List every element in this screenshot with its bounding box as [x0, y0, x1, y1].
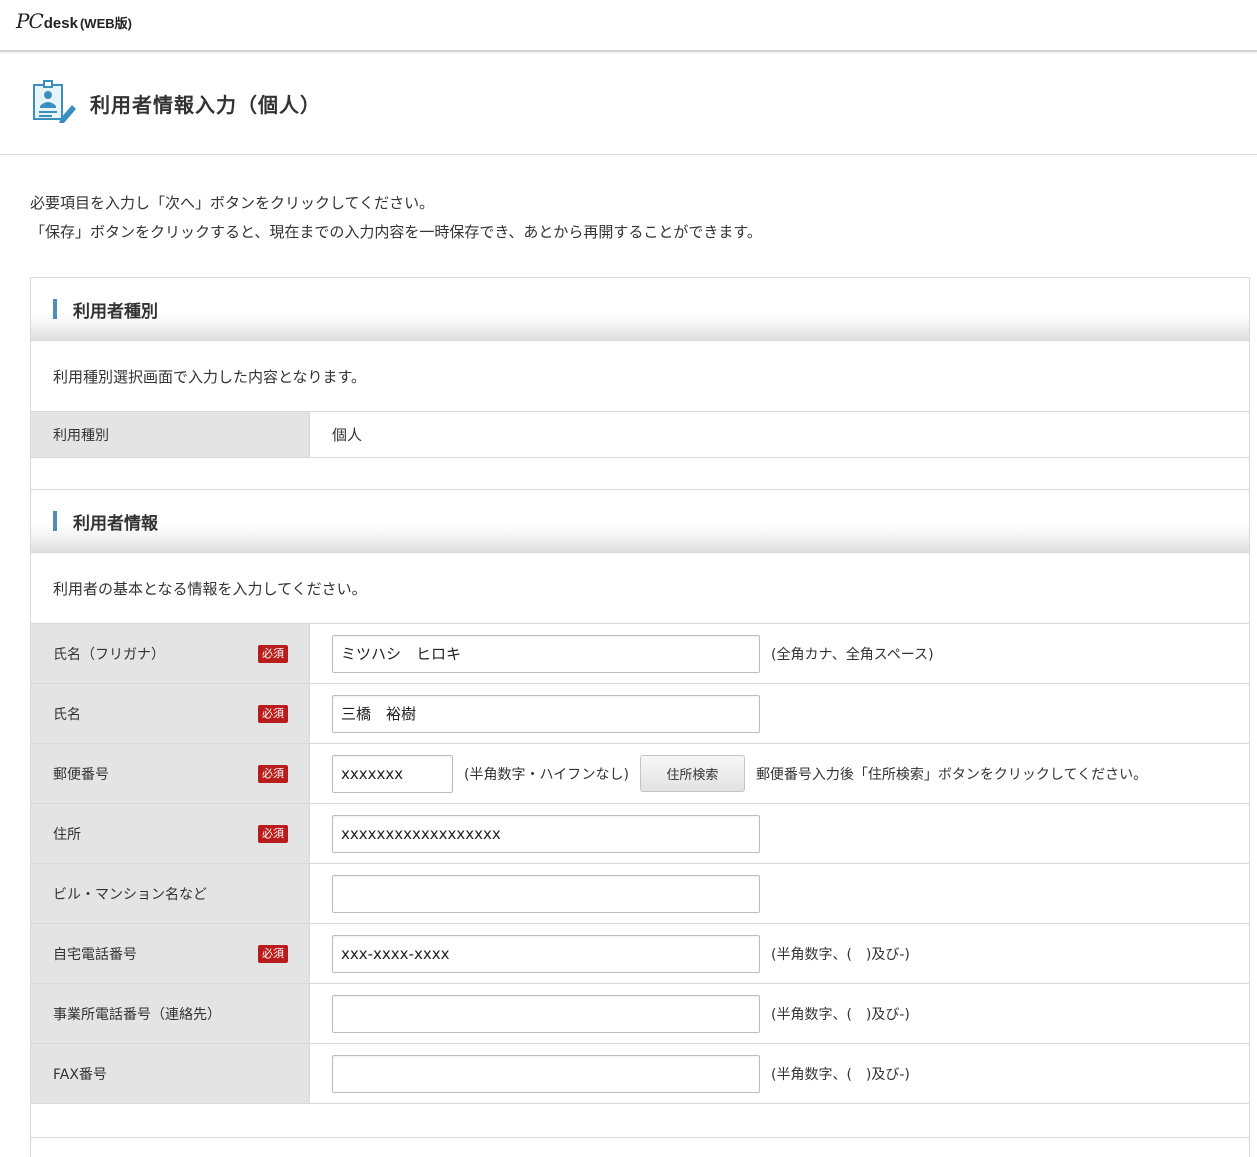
- field-label-office-phone: 事業所電話番号（連絡先）: [31, 984, 310, 1043]
- form-row-address: 住所 必須: [31, 804, 1249, 864]
- field-value-fax: (半角数字、( )及び-): [310, 1044, 1249, 1103]
- field-label-text: ビル・マンション名など: [53, 886, 207, 903]
- page-title: 利用者情報入力（個人）: [90, 92, 321, 117]
- user-type-label: 利用種別: [31, 412, 310, 457]
- field-label-building: ビル・マンション名など: [31, 864, 310, 923]
- form-row-office-phone: 事業所電話番号（連絡先） (半角数字、( )及び-): [31, 984, 1249, 1044]
- page-header: 利用者情報入力（個人）: [0, 52, 1257, 155]
- field-label-home-phone: 自宅電話番号 必須: [31, 924, 310, 983]
- required-badge: 必須: [258, 644, 288, 663]
- form-row-name: 氏名 必須: [31, 684, 1249, 744]
- field-value-home-phone: (半角数字、( )及び-): [310, 924, 1249, 983]
- form-row-building: ビル・マンション名など: [31, 864, 1249, 924]
- section-description-user-type: 利用種別選択画面で入力した内容となります。: [31, 341, 1249, 412]
- field-value-address: [310, 804, 1249, 863]
- address-search-button[interactable]: 住所検索: [639, 755, 745, 792]
- top-bar: PC desk (WEB版): [0, 0, 1257, 52]
- field-hint: (全角カナ、全角スペース): [771, 646, 934, 663]
- section-accent-bar: [53, 511, 57, 531]
- user-profile-edit-icon: [33, 80, 76, 123]
- field-label-text: 事業所電話番号（連絡先）: [53, 1006, 221, 1023]
- field-label-name: 氏名 必須: [31, 684, 310, 743]
- required-badge: 必須: [258, 824, 288, 843]
- required-badge: 必須: [258, 764, 288, 783]
- field-label-text: 住所: [53, 826, 81, 843]
- form-row-home-phone: 自宅電話番号 必須 (半角数字、( )及び-): [31, 924, 1249, 984]
- field-value-office-phone: (半角数字、( )及び-): [310, 984, 1249, 1043]
- building-name-input[interactable]: [332, 874, 760, 913]
- section-header-user-type: 利用者種別: [31, 278, 1249, 341]
- field-hint: (半角数字、( )及び-): [771, 1006, 910, 1023]
- user-type-value: 個人: [332, 426, 363, 444]
- section-header-user-info: 利用者情報: [31, 490, 1249, 553]
- field-value-postal: (半角数字・ハイフンなし) 住所検索 郵便番号入力後「住所検索」ボタンをクリック…: [310, 744, 1249, 803]
- section-spacer: [31, 458, 1249, 490]
- field-label-fax: FAX番号: [31, 1044, 310, 1103]
- fax-input[interactable]: [332, 1054, 760, 1093]
- form-row-fax: FAX番号 (半角数字、( )及び-): [31, 1044, 1249, 1104]
- field-label-text: 自宅電話番号: [53, 946, 137, 963]
- form-row-kana: 氏名（フリガナ） 必須 (全角カナ、全角スペース): [31, 624, 1249, 684]
- logo-web-edition: (WEB版): [79, 16, 132, 31]
- postal-code-input[interactable]: [332, 754, 453, 793]
- address-input[interactable]: [332, 814, 760, 853]
- field-label-address: 住所 必須: [31, 804, 310, 863]
- field-label-text: FAX番号: [53, 1066, 107, 1083]
- form-row-postal: 郵便番号 必須 (半角数字・ハイフンなし) 住所検索 郵便番号入力後「住所検索」…: [31, 744, 1249, 804]
- section-accent-bar: [53, 299, 57, 319]
- instruction-line-2: 「保存」ボタンをクリックすると、現在までの入力内容を一時保存でき、あとから再開す…: [30, 223, 762, 241]
- field-hint: (半角数字、( )及び-): [771, 1066, 910, 1083]
- required-badge: 必須: [258, 944, 288, 963]
- form-panel: 利用者種別 利用種別選択画面で入力した内容となります。 利用種別 個人 利用者情…: [30, 277, 1250, 1157]
- field-hint: (半角数字、( )及び-): [771, 946, 910, 963]
- field-label-postal: 郵便番号 必須: [31, 744, 310, 803]
- home-phone-input[interactable]: [332, 934, 760, 973]
- section-description-user-info: 利用者の基本となる情報を入力してください。: [31, 553, 1249, 624]
- logo-desk: desk: [43, 15, 78, 32]
- postal-note: 郵便番号入力後「住所検索」ボタンをクリックしてください。: [755, 766, 1148, 783]
- pcdesk-logo[interactable]: PC desk (WEB版): [16, 9, 132, 33]
- field-label-text: 氏名（フリガナ）: [53, 646, 165, 663]
- kana-name-input[interactable]: [332, 634, 760, 673]
- logo-pc: PC: [16, 9, 44, 33]
- field-hint: (半角数字・ハイフンなし): [464, 766, 629, 783]
- required-badge: 必須: [258, 704, 288, 723]
- office-phone-input[interactable]: [332, 994, 760, 1033]
- user-type-label-text: 利用種別: [53, 427, 109, 444]
- instructions: 必要項目を入力し「次へ」ボタンをクリックしてください。 「保存」ボタンをクリック…: [0, 155, 1257, 277]
- field-label-text: 郵便番号: [53, 766, 109, 783]
- field-label-text: 氏名: [53, 706, 81, 723]
- field-label-kana: 氏名（フリガナ） 必須: [31, 624, 310, 683]
- field-value-kana: (全角カナ、全角スペース): [310, 624, 1249, 683]
- full-name-input[interactable]: [332, 694, 760, 733]
- section-title-user-type: 利用者種別: [73, 301, 158, 322]
- section-title-user-info: 利用者情報: [73, 513, 158, 534]
- instruction-line-1: 必要項目を入力し「次へ」ボタンをクリックしてください。: [30, 194, 435, 212]
- field-value-building: [310, 864, 1249, 923]
- section-spacer: [31, 1104, 1249, 1138]
- user-type-row: 利用種別 個人: [31, 412, 1249, 458]
- field-value-name: [310, 684, 1249, 743]
